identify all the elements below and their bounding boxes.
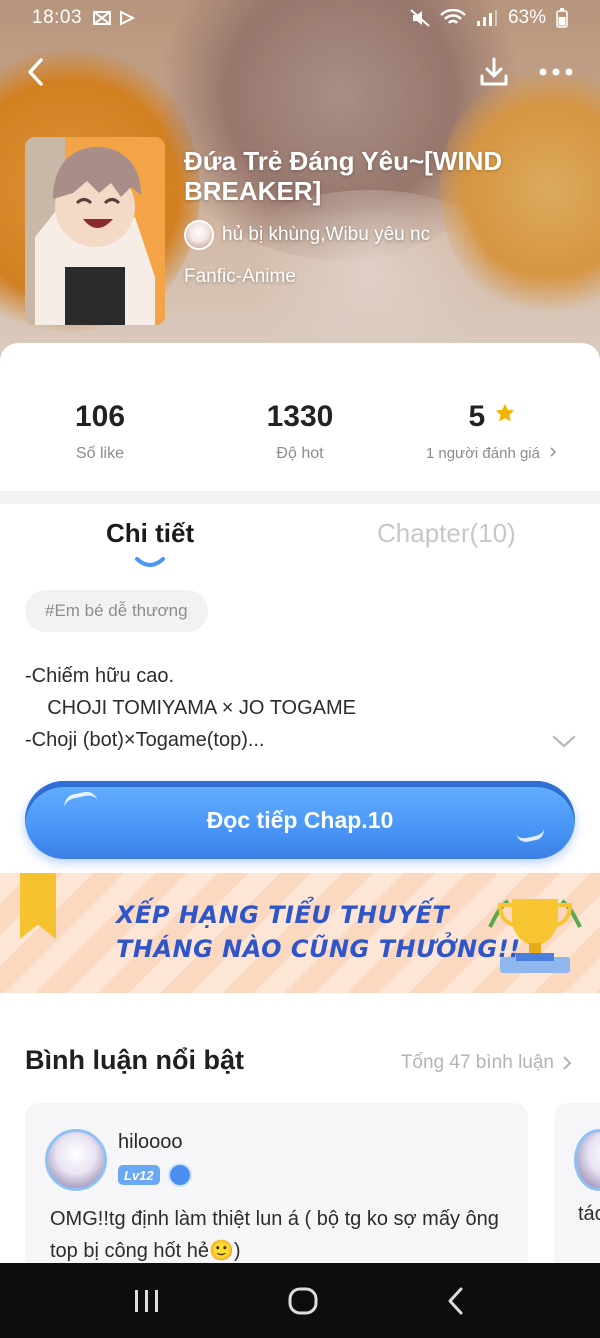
vip-badge-icon — [168, 1163, 192, 1187]
download-icon — [480, 57, 508, 86]
bookmark-ribbon — [20, 873, 56, 939]
chevron-right-icon — [550, 447, 557, 457]
story-genre: Fanfic-Anime — [184, 266, 296, 287]
notification-icons — [92, 10, 136, 26]
more-icon — [539, 68, 573, 76]
chevron-left-icon — [28, 58, 43, 86]
status-right: 63% — [410, 7, 568, 29]
download-button[interactable] — [472, 52, 516, 92]
comments-total-link[interactable]: Tổng 47 bình luận — [401, 1052, 572, 1074]
comment-card[interactable]: tác — [554, 1103, 600, 1283]
author-row[interactable]: hủ bị khùng,Wibu yêu nc — [184, 220, 430, 250]
mute-icon — [410, 9, 430, 27]
author-name: hủ bị khùng,Wibu yêu nc — [222, 224, 431, 245]
trophy-icon — [488, 899, 582, 973]
rating-value: 5 — [468, 400, 486, 433]
comments-title: Bình luận nổi bật — [25, 1045, 244, 1075]
continue-reading-button[interactable]: Đọc tiếp Chap.10 — [25, 781, 575, 859]
stats-card: 106 Số like 1330 Độ hot 5 1 người đánh g… — [0, 343, 600, 491]
chevron-right-icon — [563, 1056, 572, 1070]
continue-reading-label: Đọc tiếp Chap.10 — [206, 806, 394, 833]
rating-row: 5 — [392, 399, 592, 435]
comments-total: Tổng 47 bình luận — [400, 1052, 554, 1073]
hot-stat: 1330 Độ hot — [200, 399, 400, 463]
banner-line-2: THÁNG NÀO CŨNG THƯỞNG!! — [116, 935, 521, 963]
battery-percent: 63% — [507, 7, 546, 28]
back-button[interactable] — [14, 52, 58, 92]
comment-card[interactable]: hiloooo Lv12 OMG!!tg định làm thiệt lun … — [25, 1103, 528, 1283]
notification-icon — [93, 11, 112, 25]
cover-illustration — [25, 137, 165, 325]
status-bar: 18:03 63% — [0, 0, 600, 36]
more-button[interactable] — [534, 52, 578, 92]
button-shine-2 — [516, 828, 546, 844]
rating-stat[interactable]: 5 1 người đánh giá — [392, 399, 592, 462]
description-line: -Chiếm hữu cao. — [25, 665, 175, 687]
hot-value: 1330 — [266, 400, 334, 433]
status-time: 18:03 — [32, 7, 83, 28]
likes-label: Số like — [75, 445, 125, 462]
story-tag[interactable]: #Em bé dễ thương — [25, 590, 208, 632]
description-line: CHOJI TOMIYAMA × JO TOGAME — [25, 697, 356, 719]
recent-apps-icon[interactable] — [132, 1287, 162, 1315]
expand-chevron-icon[interactable] — [552, 735, 576, 749]
button-shine — [62, 789, 98, 809]
home-icon[interactable] — [287, 1286, 319, 1316]
signal-icon — [476, 10, 497, 26]
section-divider — [0, 491, 600, 504]
likes-stat: 106 Số like — [0, 399, 200, 463]
commenter-avatar[interactable] — [45, 1129, 107, 1191]
banner-line-1: XẾP HẠNG TIỂU THUYẾT — [116, 901, 450, 929]
battery-icon — [556, 8, 568, 28]
system-nav-bar — [0, 1263, 600, 1338]
likes-value: 106 — [74, 400, 126, 433]
comment-text: tác — [578, 1203, 600, 1225]
tab-detail[interactable]: Chi tiết — [106, 518, 194, 549]
commenter-avatar — [574, 1129, 600, 1191]
wifi-icon — [440, 9, 466, 24]
level-badge: Lv12 — [118, 1165, 160, 1185]
story-cover[interactable] — [25, 137, 165, 325]
back-nav-icon[interactable] — [444, 1286, 468, 1316]
rating-label: 1 người đánh giá — [425, 445, 540, 462]
star-icon — [495, 403, 514, 422]
story-title: Đứa Trẻ Đáng Yêu~[WIND BREAKER] — [184, 146, 503, 206]
description-line: -Choji (bot)×Togame(top)... — [25, 729, 265, 751]
comment-text: OMG!!tg định làm thiệt lun á ( bộ tg ko … — [50, 1208, 499, 1262]
story-description: -Chiếm hữu cao. CHOJI TOMIYAMA × JO TOGA… — [25, 660, 565, 756]
commenter-name[interactable]: hiloooo — [118, 1131, 183, 1154]
rating-label-row: 1 người đánh giá — [392, 445, 592, 462]
tab-indicator — [135, 557, 165, 567]
play-icon — [120, 10, 136, 26]
ranking-banner[interactable]: XẾP HẠNG TIỂU THUYẾT THÁNG NÀO CŨNG THƯỞ… — [0, 873, 600, 993]
tab-chapters[interactable]: Chapter(10) — [377, 518, 516, 549]
author-avatar — [184, 220, 214, 250]
hot-label: Độ hot — [276, 445, 324, 462]
